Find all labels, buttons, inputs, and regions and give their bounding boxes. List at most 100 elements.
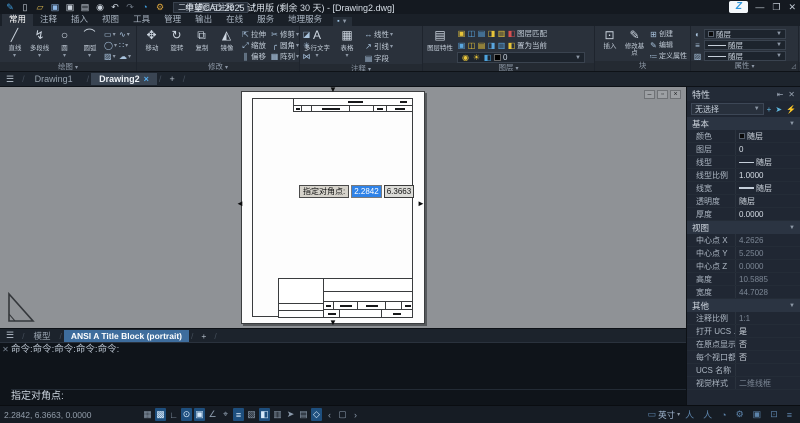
ribbon-display-toggle[interactable]: ▪▼ (333, 17, 351, 26)
stretch-button[interactable]: ⇱拉伸 (241, 29, 267, 40)
property-row[interactable]: 线型 随层 (687, 156, 800, 169)
save-icon[interactable]: ▣ (49, 1, 61, 13)
line-button[interactable]: ╱ 直线 ▾ (2, 27, 27, 62)
annotation-visibility-icon[interactable]: 人 (685, 408, 698, 421)
ortho-toggle[interactable]: ∟ (168, 408, 179, 421)
layout-tab[interactable]: 模型 (26, 329, 57, 343)
array-button[interactable]: ▦阵列▾ (270, 51, 299, 62)
revision-cloud-icon[interactable]: ☁▾ (119, 51, 134, 62)
layout-paper[interactable] (241, 91, 425, 324)
selection-dropdown[interactable]: 无选择 ▼ (691, 103, 764, 115)
settings-gear-icon[interactable]: ⚙ (154, 1, 166, 13)
panel-label-properties[interactable]: 属性 ▾ (691, 61, 798, 71)
field-button[interactable]: ▤字段 (364, 53, 393, 64)
prev-layout-button[interactable]: ‹ (324, 408, 335, 421)
command-window[interactable]: ✕ 命令:命令:命令:命令:命令: 指定对角点: (0, 342, 686, 405)
paper-arrow-left[interactable]: ◄ (236, 200, 244, 208)
plot-icon[interactable]: ▤ (79, 1, 91, 13)
close-tab-icon[interactable]: × (144, 74, 149, 84)
panel-label-modify[interactable]: 修改 ▾ (137, 62, 299, 72)
next-layout-button[interactable]: › (350, 408, 361, 421)
dialog-launcher-icon[interactable]: ◿ (791, 63, 796, 70)
linetype-control[interactable]: ▨ 随层▼ (693, 51, 786, 61)
layer-prev-icon[interactable]: ▥ (497, 41, 506, 50)
define-attributes-button[interactable]: ≔定义属性 (649, 51, 687, 61)
fillet-button[interactable]: ╭圆角▾ (270, 40, 299, 51)
close-command-icon[interactable]: ✕ (2, 345, 9, 354)
panel-label-block[interactable]: 块 (595, 61, 690, 71)
layer-walk-icon[interactable]: ◨ (487, 41, 496, 50)
ribbon-tab[interactable]: 地理服务 (281, 12, 329, 26)
table-button[interactable]: ▦ 表格 ▾ (332, 27, 362, 64)
section-header-basic[interactable]: 基本▼ (687, 117, 800, 130)
offset-button[interactable]: ∥偏移 (241, 51, 267, 62)
fullscreen-icon[interactable]: ⊡ (770, 409, 782, 420)
trim-button[interactable]: ✂修剪▾ (270, 29, 299, 40)
property-row[interactable]: 中心点 Z 0.0000 (687, 260, 800, 273)
snap-toggle[interactable]: ▩ (155, 408, 166, 421)
select-objects-icon[interactable]: ➤ (775, 105, 782, 114)
layer-states-icon[interactable]: ◧ (507, 41, 516, 50)
property-row[interactable]: 打开 UCS … 是 (687, 325, 800, 338)
orbit-icon[interactable]: ◔ (139, 1, 151, 13)
scale-button[interactable]: ⤢缩放 (241, 40, 267, 51)
ribbon-tab[interactable]: 管理 (157, 12, 188, 26)
property-row[interactable]: 透明度 随层 (687, 195, 800, 208)
property-row[interactable]: 在原点显示 … 否 (687, 338, 800, 351)
sun-icon[interactable]: ☀ (472, 53, 481, 62)
ribbon-tab[interactable]: 常用 (2, 12, 33, 26)
new-file-icon[interactable]: ▯ (19, 1, 31, 13)
property-row[interactable]: 厚度 0.0000 (687, 208, 800, 221)
hatch-icon[interactable]: ▨▾ (104, 51, 119, 62)
drawing-canvas[interactable]: ‒▫× (0, 87, 686, 328)
ribbon-tab[interactable]: 插入 (64, 12, 95, 26)
mtext-button[interactable]: A 多行文字 ▾ (302, 27, 332, 64)
toggle-pickadd-icon[interactable]: + (767, 105, 772, 114)
linear-dim-button[interactable]: ↔线性▾ (364, 29, 393, 40)
layer-on-icon[interactable]: ▥ (497, 29, 506, 38)
ribbon-tab[interactable]: 注释 (33, 12, 64, 26)
annotation-autoscale-icon[interactable]: 人 (703, 408, 716, 421)
clean-screen-icon[interactable]: ▣ (753, 409, 766, 420)
property-row[interactable]: 高度 10.5885 (687, 273, 800, 286)
ribbon-tab[interactable]: 视图 (95, 12, 126, 26)
ribbon-tab[interactable]: 输出 (188, 12, 219, 26)
new-drawing-button[interactable]: + (163, 74, 180, 84)
unit-selector[interactable]: ▭英寸▾ (648, 409, 681, 421)
layout-tabs-menu-icon[interactable]: ☰ (6, 330, 14, 341)
close-icon[interactable]: ✕ (788, 90, 795, 99)
isodraft-toggle[interactable]: ◇ (311, 408, 322, 421)
property-row[interactable]: 线宽 随层 (687, 182, 800, 195)
preview-icon[interactable]: ◉ (94, 1, 106, 13)
edit-base-point-button[interactable]: ✎ 修改基点 (622, 27, 647, 61)
point-icon[interactable]: ∷▾ (119, 40, 134, 51)
grid-toggle[interactable]: ▦ (142, 408, 153, 421)
workspace-gear-icon[interactable]: ⚙ (736, 409, 748, 420)
annotation-scale-icon[interactable]: ◔ (721, 410, 730, 420)
layer-delete-icon[interactable]: ◧ (507, 29, 516, 38)
ribbon-tab[interactable]: 服务 (250, 12, 281, 26)
redo-icon[interactable]: ↷ (124, 1, 136, 13)
quick-properties-toggle[interactable]: ◧ (259, 408, 270, 421)
dyn-input-y[interactable]: 6.3663 (384, 185, 414, 198)
property-row[interactable]: UCS 名称 (687, 364, 800, 377)
doc-minimize-button[interactable]: ‒ (644, 90, 655, 99)
panel-label-annotate[interactable]: 注释 ▾ (300, 64, 422, 72)
property-row[interactable]: 视觉样式 二维线框 (687, 377, 800, 390)
layer-properties-button[interactable]: ▤ 图层特性 (425, 27, 455, 63)
property-row[interactable]: 中心点 X 4.2626 (687, 234, 800, 247)
lock-icon[interactable]: ◧ (483, 53, 492, 62)
layout-tab[interactable]: ANSI A Title Block (portrait) (64, 330, 189, 342)
property-row[interactable]: 中心点 Y 5.2500 (687, 247, 800, 260)
annotation-toggle[interactable]: ▤ (298, 408, 309, 421)
lineweight-toggle[interactable]: ≡ (233, 408, 244, 421)
maximize-button[interactable]: ❐ (772, 1, 780, 13)
drawing-tab[interactable]: Drawing1 (27, 73, 85, 85)
layer-unisolate-icon[interactable]: ▣ (457, 41, 466, 50)
layer-match-button[interactable]: 图层匹配 (517, 28, 547, 39)
osnap-toggle[interactable]: ▣ (194, 408, 205, 421)
minimize-button[interactable]: — (755, 1, 764, 13)
app-logo-icon[interactable]: ✎ (4, 1, 16, 13)
panel-label-layers[interactable]: 图层 ▾ (423, 63, 594, 72)
layer-thaw-icon[interactable]: ◫ (467, 41, 476, 50)
